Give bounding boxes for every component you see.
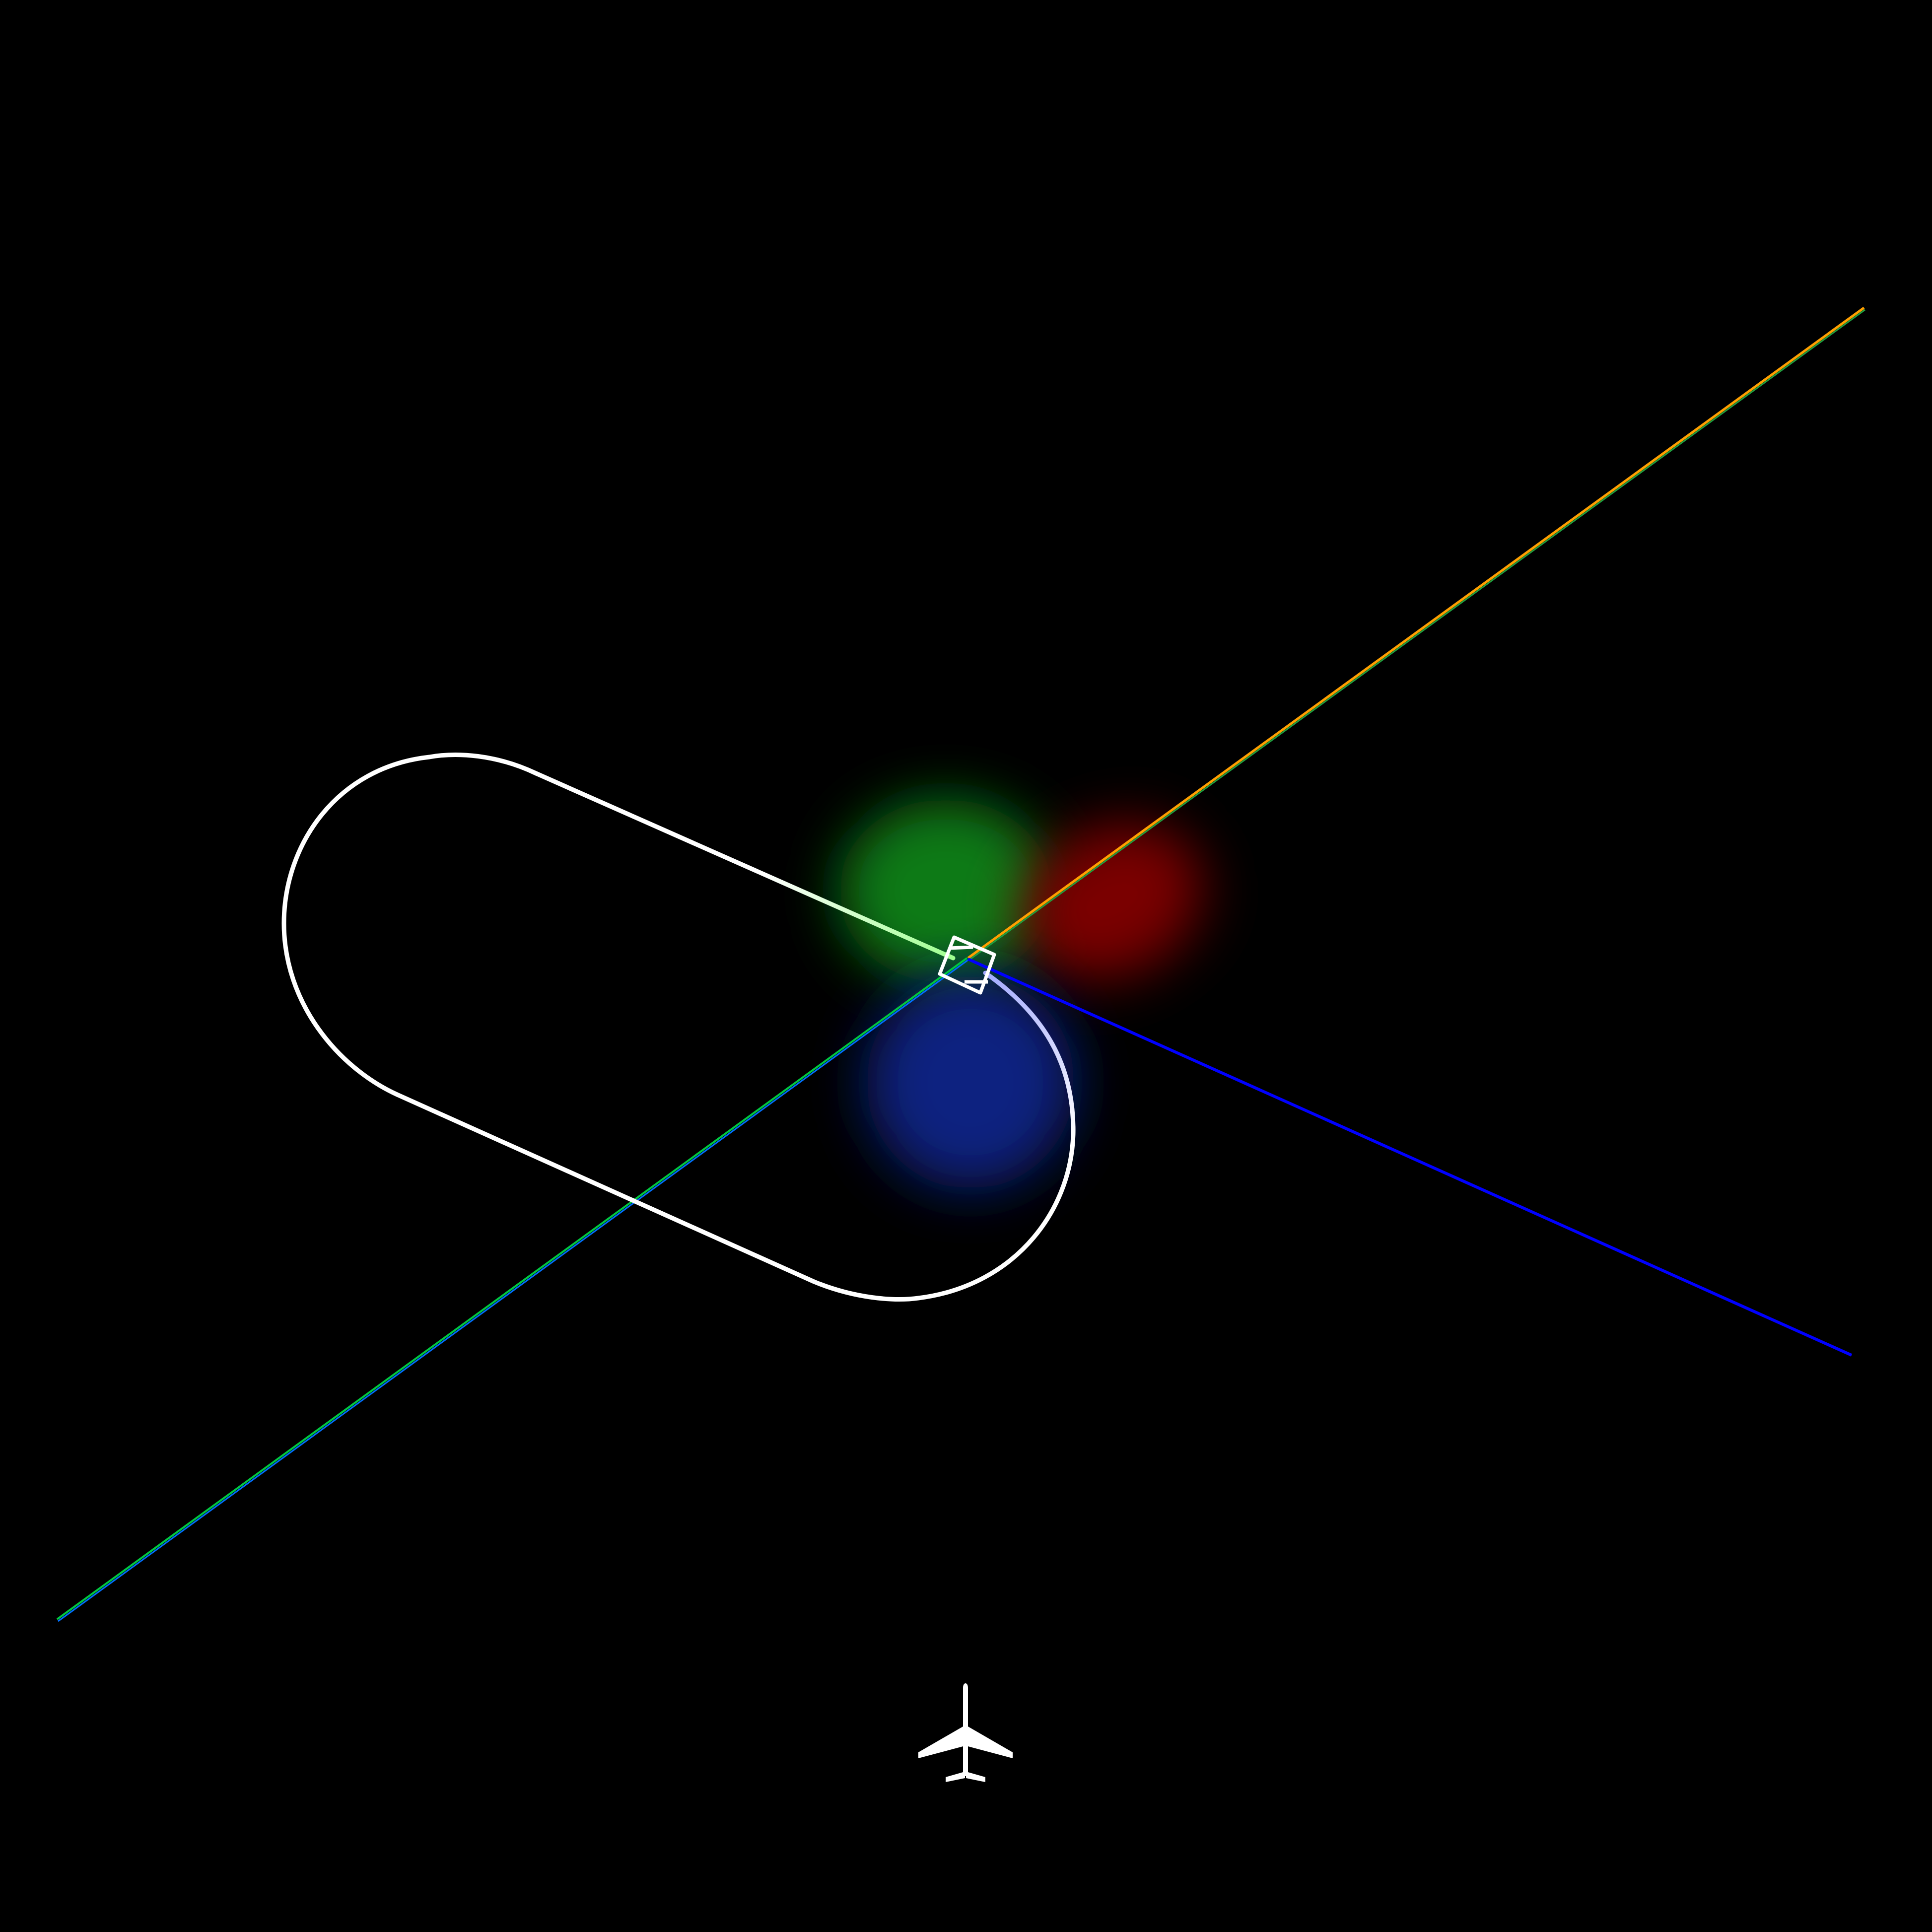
navigation-canvas (56, 306, 1865, 1782)
course-line-northeast (967, 306, 1865, 961)
airplane-icon (918, 1683, 1013, 1782)
holding-turn-west (281, 753, 539, 1097)
holding-outbound-leg (395, 1092, 817, 1284)
navigation-display (0, 0, 1932, 1932)
red-glow (1021, 823, 1203, 979)
course-line-southeast (967, 958, 1853, 1357)
